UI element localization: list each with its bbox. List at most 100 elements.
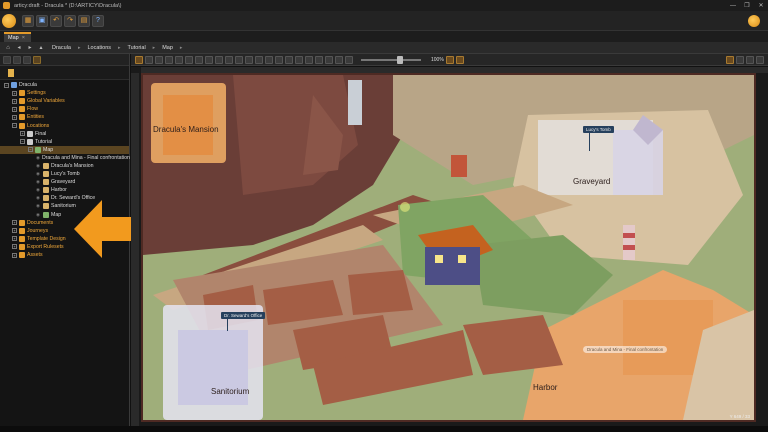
visibility-eye-icon[interactable]: ◉ bbox=[36, 171, 43, 177]
tab-close-icon[interactable]: × bbox=[22, 34, 25, 42]
map-canvas[interactable]: Dracula's Mansion Graveyard Sanitorium H… bbox=[131, 67, 768, 426]
expand-toggle-icon[interactable]: − bbox=[12, 123, 17, 129]
expand-toggle-icon[interactable]: − bbox=[20, 139, 25, 145]
zoom-tool-icon[interactable] bbox=[155, 55, 163, 64]
home-icon[interactable]: ⌂ bbox=[4, 44, 12, 52]
folder-icon[interactable]: ▦ bbox=[22, 14, 34, 27]
tree-item[interactable]: − Tutorial bbox=[0, 138, 129, 146]
zoom-out-icon[interactable] bbox=[345, 55, 353, 64]
tree-item[interactable]: ◉ Graveyard bbox=[0, 178, 129, 186]
fit-selection-icon[interactable] bbox=[455, 55, 464, 64]
tree-item[interactable]: + Global Variables bbox=[0, 97, 129, 105]
tree-view-icon[interactable] bbox=[3, 55, 11, 64]
ellipse-tool-icon[interactable] bbox=[185, 55, 193, 64]
view-mode-icon[interactable] bbox=[726, 55, 734, 64]
expand-toggle-icon[interactable]: + bbox=[12, 252, 17, 258]
expand-toggle-icon[interactable]: + bbox=[20, 131, 25, 137]
expand-toggle-icon[interactable]: + bbox=[12, 220, 17, 226]
expand-toggle-icon[interactable]: + bbox=[12, 98, 17, 104]
forward-icon[interactable]: ▸ bbox=[26, 44, 34, 52]
align-center-icon[interactable] bbox=[275, 55, 283, 64]
expand-toggle-icon[interactable]: + bbox=[12, 236, 17, 242]
breadcrumb-item[interactable]: Tutorial bbox=[124, 45, 150, 51]
user-avatar-icon[interactable] bbox=[748, 14, 760, 27]
book-icon[interactable]: ▤ bbox=[78, 14, 90, 27]
layer-tool-icon[interactable] bbox=[245, 55, 253, 64]
map-label-mansion[interactable]: Dracula's Mansion bbox=[153, 125, 219, 134]
articy-logo-icon[interactable] bbox=[2, 13, 16, 28]
align-left-icon[interactable] bbox=[265, 55, 273, 64]
tree-item[interactable]: + Settings bbox=[0, 89, 129, 97]
snap-icon[interactable] bbox=[335, 55, 343, 64]
tree-item[interactable]: + Entities bbox=[0, 113, 129, 121]
expand-toggle-icon[interactable]: + bbox=[12, 106, 17, 112]
help-icon[interactable]: ? bbox=[92, 14, 104, 27]
redo-icon[interactable]: ↷ bbox=[64, 14, 76, 27]
visibility-eye-icon[interactable]: ◉ bbox=[36, 203, 43, 209]
rectangle-tool-icon[interactable] bbox=[175, 55, 183, 64]
tab-map[interactable]: Map × bbox=[4, 32, 31, 42]
bring-front-icon[interactable] bbox=[295, 55, 303, 64]
back-icon[interactable]: ◂ bbox=[15, 44, 23, 52]
visibility-eye-icon[interactable]: ◉ bbox=[36, 163, 43, 169]
pin-dr-sewards-office[interactable]: Dr. Seward's Office bbox=[221, 312, 266, 319]
expand-toggle-icon[interactable]: + bbox=[12, 114, 17, 120]
filter-icon[interactable] bbox=[23, 55, 31, 64]
up-icon[interactable]: ▴ bbox=[37, 44, 45, 52]
tree-item[interactable]: − Dracula bbox=[0, 81, 129, 89]
visibility-eye-icon[interactable]: ◉ bbox=[36, 195, 43, 201]
tree-item[interactable]: ◉ Lucy's Tomb bbox=[0, 170, 129, 178]
pan-tool-icon[interactable] bbox=[145, 55, 153, 64]
breadcrumb-item[interactable]: Map bbox=[158, 45, 177, 51]
tree-item[interactable]: − Map bbox=[0, 145, 129, 154]
visibility-eye-icon[interactable]: ◉ bbox=[36, 179, 43, 185]
image-tool-icon[interactable] bbox=[235, 55, 243, 64]
grid-icon[interactable] bbox=[325, 55, 333, 64]
undo-icon[interactable]: ↶ bbox=[50, 14, 62, 27]
zoom-slider-handle[interactable] bbox=[397, 55, 403, 64]
list-view-icon[interactable] bbox=[13, 55, 21, 64]
pin-final-confrontation[interactable]: Dracula and Mina - Final confrontation bbox=[583, 346, 668, 353]
pointer-tool-icon[interactable] bbox=[135, 55, 143, 64]
maximize-button[interactable]: ❐ bbox=[740, 2, 754, 9]
pin-lucys-tomb[interactable]: Lucy's Tomb bbox=[583, 126, 614, 133]
group-tool-icon[interactable] bbox=[255, 55, 263, 64]
list-mode-icon[interactable] bbox=[746, 55, 754, 64]
map-label-graveyard[interactable]: Graveyard bbox=[573, 177, 610, 186]
minimize-button[interactable]: — bbox=[726, 3, 740, 9]
expand-toggle-icon[interactable]: − bbox=[28, 147, 33, 153]
send-back-icon[interactable] bbox=[305, 55, 313, 64]
zoom-slider[interactable] bbox=[361, 55, 421, 64]
tree-item[interactable]: + Flow bbox=[0, 105, 129, 113]
sync-icon[interactable] bbox=[33, 55, 41, 64]
expand-toggle-icon[interactable]: + bbox=[12, 228, 17, 234]
tree-item[interactable]: ◉ Dracula and Mina - Final confrontation bbox=[0, 154, 130, 162]
link-tool-icon[interactable] bbox=[165, 55, 173, 64]
breadcrumb-item[interactable]: Dracula bbox=[48, 45, 75, 51]
tree-item[interactable]: ◉ Dracula's Mansion bbox=[0, 162, 129, 170]
tree-item[interactable]: ◉ Harbor bbox=[0, 186, 129, 194]
expand-toggle-icon[interactable]: + bbox=[12, 244, 17, 250]
expand-toggle-icon[interactable]: + bbox=[12, 90, 17, 96]
breadcrumb-item[interactable]: Locations bbox=[83, 45, 115, 51]
save-icon[interactable]: ▣ bbox=[36, 14, 48, 27]
visibility-eye-icon[interactable]: ◉ bbox=[36, 155, 40, 161]
map-label-sanitorium[interactable]: Sanitorium bbox=[211, 387, 249, 396]
tree-item[interactable]: + Final bbox=[0, 130, 129, 138]
visibility-eye-icon[interactable]: ◉ bbox=[36, 187, 43, 193]
lock-icon[interactable] bbox=[315, 55, 323, 64]
align-right-icon[interactable] bbox=[285, 55, 293, 64]
close-button[interactable]: ✕ bbox=[754, 2, 768, 9]
tiles-view-icon[interactable] bbox=[736, 55, 744, 64]
spot-tool-icon[interactable] bbox=[215, 55, 223, 64]
map-label-harbor[interactable]: Harbor bbox=[533, 383, 557, 392]
path-tool-icon[interactable] bbox=[205, 55, 213, 64]
polygon-tool-icon[interactable] bbox=[195, 55, 203, 64]
tree-item[interactable]: − Locations bbox=[0, 121, 129, 129]
fit-view-icon[interactable] bbox=[445, 55, 454, 64]
map-image[interactable]: Dracula's Mansion Graveyard Sanitorium H… bbox=[141, 73, 756, 422]
visibility-eye-icon[interactable]: ◉ bbox=[36, 212, 43, 218]
expand-toggle-icon[interactable]: − bbox=[4, 82, 9, 88]
text-tool-icon[interactable] bbox=[225, 55, 233, 64]
details-view-icon[interactable] bbox=[756, 55, 764, 64]
